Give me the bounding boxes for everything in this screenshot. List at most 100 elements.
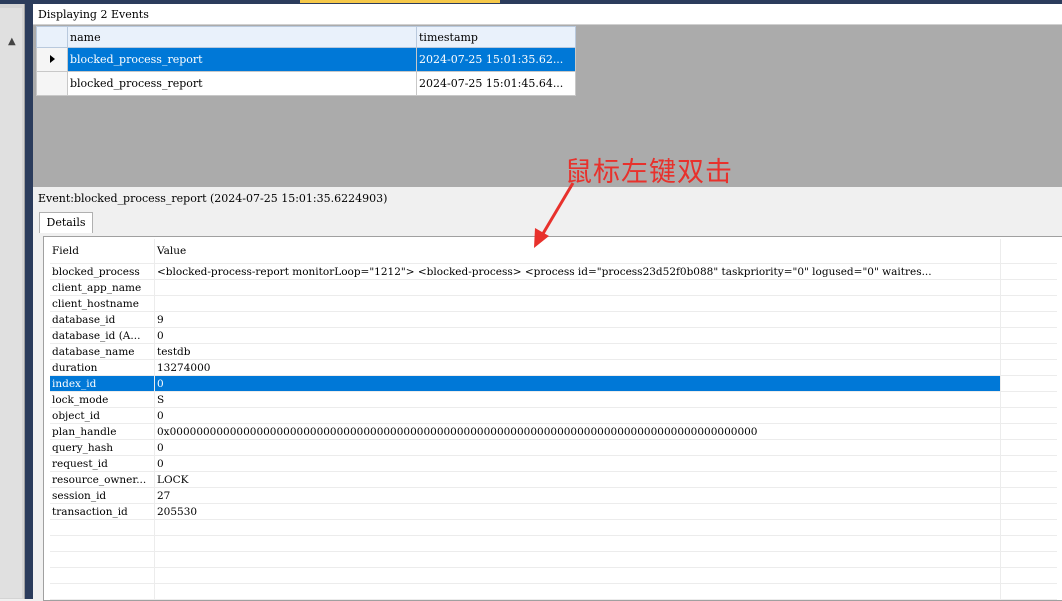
details-value-cell[interactable]: testdb [154,343,1001,360]
details-value-cell[interactable]: 27 [154,487,1001,504]
empty-row [50,535,1057,552]
column-filler [1000,295,1057,312]
details-row[interactable]: database_name testdb [50,343,1057,360]
details-grid-header: Field Value [50,239,1057,264]
empty-cell [50,535,155,552]
details-row[interactable]: session_id 27 [50,487,1057,504]
events-header: Displaying 2 Events [33,4,1062,25]
caret-up-icon[interactable]: ▲ [8,36,16,47]
details-field-cell[interactable]: plan_handle [50,423,155,440]
details-row[interactable]: resource_owner... LOCK [50,471,1057,488]
details-row[interactable]: client_app_name [50,279,1057,296]
column-filler [1000,375,1057,392]
details-row[interactable]: database_id 9 [50,311,1057,328]
row-header-corner [36,26,68,48]
empty-cell [1000,567,1057,584]
details-value-cell[interactable]: 0x00000000000000000000000000000000000000… [154,423,1001,440]
details-value-cell[interactable]: 0 [154,327,1001,344]
details-field-cell[interactable]: client_app_name [50,279,155,296]
details-field-cell[interactable]: query_hash [50,439,155,456]
main-viewer: Displaying 2 Events name timestamp block… [33,4,1062,601]
details-field-cell[interactable]: session_id [50,487,155,504]
row-selector[interactable] [36,71,68,96]
left-pane: ▲ [0,4,25,599]
details-row[interactable]: query_hash 0 [50,439,1057,456]
details-row[interactable]: duration 13274000 [50,359,1057,376]
details-field-cell[interactable]: index_id [50,375,155,392]
empty-row [50,583,1057,600]
empty-cell [1000,535,1057,552]
details-row[interactable]: database_id (A... 0 [50,327,1057,344]
empty-row [50,551,1057,568]
column-header-name[interactable]: name [67,26,417,48]
column-filler [1000,407,1057,424]
details-row[interactable]: request_id 0 [50,455,1057,472]
pane-divider[interactable] [25,4,33,599]
events-grid-area: name timestamp blocked_process_report 20… [33,25,1062,187]
column-filler [1000,311,1057,328]
details-row[interactable]: blocked_process <blocked-process-report m… [50,263,1057,280]
event-row[interactable]: blocked_process_report 2024-07-25 15:01:… [36,71,576,96]
column-filler [1000,239,1057,264]
details-row[interactable]: plan_handle 0x000000000000000000000000000… [50,423,1057,440]
event-name-cell[interactable]: blocked_process_report [67,71,417,96]
details-value-cell[interactable] [154,279,1001,296]
empty-cell [1000,551,1057,568]
column-filler [1000,391,1057,408]
details-field-cell[interactable]: duration [50,359,155,376]
details-field-cell[interactable]: request_id [50,455,155,472]
tab-details[interactable]: Details [39,212,93,233]
event-name-cell[interactable]: blocked_process_report [67,47,417,72]
details-value-cell[interactable]: 0 [154,455,1001,472]
empty-cell [50,567,155,584]
empty-row [50,519,1057,536]
details-value-cell[interactable]: 13274000 [154,359,1001,376]
event-timestamp-cell[interactable]: 2024-07-25 15:01:35.62... [416,47,576,72]
details-field-cell[interactable]: transaction_id [50,503,155,520]
details-field-cell[interactable]: database_name [50,343,155,360]
details-row[interactable]: transaction_id 205530 [50,503,1057,520]
column-filler [1000,327,1057,344]
column-filler [1000,439,1057,456]
column-header-field[interactable]: Field [50,239,155,264]
details-value-cell[interactable]: 9 [154,311,1001,328]
empty-cell [154,551,1001,568]
details-value-cell[interactable]: 0 [154,375,1001,392]
details-value-cell[interactable]: 205530 [154,503,1001,520]
details-value-cell[interactable]: LOCK [154,471,1001,488]
event-title: Event:blocked_process_report (2024-07-25… [38,192,388,205]
details-row[interactable]: lock_mode S [50,391,1057,408]
event-row[interactable]: blocked_process_report 2024-07-25 15:01:… [36,47,576,72]
events-grid: name timestamp blocked_process_report 20… [36,26,576,96]
column-header-timestamp[interactable]: timestamp [416,26,576,48]
events-count-label: Displaying 2 Events [38,8,149,21]
details-field-cell[interactable]: client_hostname [50,295,155,312]
column-filler [1000,359,1057,376]
active-tab-accent [300,0,500,3]
column-header-value[interactable]: Value [154,239,1001,264]
column-filler [1000,423,1057,440]
details-field-cell[interactable]: resource_owner... [50,471,155,488]
empty-cell [50,583,155,600]
details-row[interactable]: object_id 0 [50,407,1057,424]
column-filler [1000,487,1057,504]
empty-cell [50,519,155,536]
column-filler [1000,263,1057,280]
details-field-cell[interactable]: blocked_process [50,263,155,280]
column-filler [1000,343,1057,360]
details-row[interactable]: index_id 0 [50,375,1057,392]
details-field-cell[interactable]: object_id [50,407,155,424]
details-row[interactable]: client_hostname [50,295,1057,312]
details-value-cell[interactable]: 0 [154,439,1001,456]
details-field-cell[interactable]: database_id [50,311,155,328]
column-filler [1000,455,1057,472]
event-timestamp-cell[interactable]: 2024-07-25 15:01:45.64... [416,71,576,96]
empty-cell [154,535,1001,552]
details-value-cell[interactable] [154,295,1001,312]
details-field-cell[interactable]: database_id (A... [50,327,155,344]
details-value-cell[interactable]: 0 [154,407,1001,424]
row-selector[interactable] [36,47,68,72]
details-field-cell[interactable]: lock_mode [50,391,155,408]
details-value-cell[interactable]: S [154,391,1001,408]
details-value-cell[interactable]: <blocked-process-report monitorLoop="121… [154,263,1001,280]
